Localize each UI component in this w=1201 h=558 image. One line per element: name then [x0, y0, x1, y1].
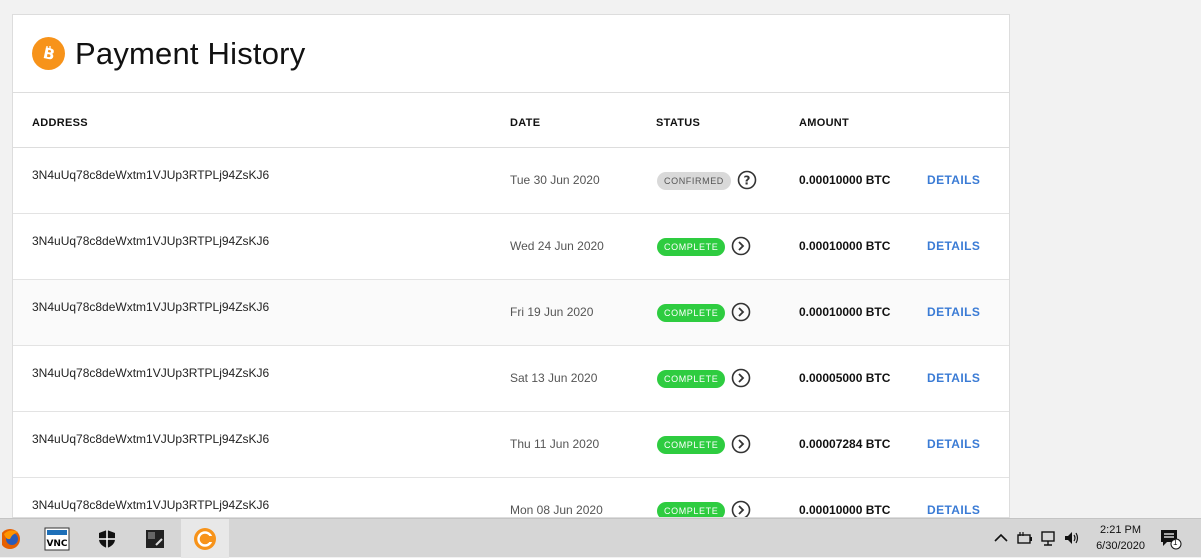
- system-clock[interactable]: 2:21 PM 6/30/2020: [1096, 522, 1145, 554]
- payment-amount: 0.00010000 BTC: [799, 239, 891, 253]
- details-link[interactable]: DETAILS: [927, 239, 980, 253]
- payment-date: Tue 30 Jun 2020: [510, 173, 600, 187]
- coin-app-icon[interactable]: [181, 519, 229, 558]
- notification-count: 1: [1173, 538, 1178, 547]
- status-badge: COMPLETE: [657, 370, 726, 388]
- payment-date: Thu 11 Jun 2020: [510, 437, 600, 451]
- table-row: 3N4uUq78c8deWxtm1VJUp3RTPLj94ZsKJ6 Thu 11…: [13, 412, 1009, 478]
- chevron-right-circle-icon[interactable]: [731, 434, 751, 454]
- status-badge: COMPLETE: [657, 238, 726, 256]
- status-badge: COMPLETE: [657, 502, 726, 517]
- payment-date: Fri 19 Jun 2020: [510, 305, 594, 319]
- payment-table-body: 3N4uUq78c8deWxtm1VJUp3RTPLj94ZsKJ6 Tue 30…: [13, 148, 1009, 517]
- payment-date: Sat 13 Jun 2020: [510, 371, 598, 385]
- table-row: 3N4uUq78c8deWxtm1VJUp3RTPLj94ZsKJ6 Tue 30…: [13, 148, 1009, 214]
- payment-amount: 0.00007284 BTC: [799, 437, 891, 451]
- network-icon[interactable]: [1040, 529, 1058, 547]
- bitcoin-icon: B: [32, 37, 65, 70]
- page-title: Payment History: [75, 35, 306, 71]
- payment-amount: 0.00010000 BTC: [799, 305, 891, 319]
- clock-time: 2:21 PM: [1100, 524, 1142, 536]
- column-header-status: STATUS: [656, 117, 701, 129]
- table-header: ADDRESS DATE STATUS AMOUNT: [13, 93, 1009, 148]
- table-row: 3N4uUq78c8deWxtm1VJUp3RTPLj94ZsKJ6 Wed 24…: [13, 214, 1009, 280]
- svg-text:B: B: [41, 44, 56, 64]
- question-circle-icon[interactable]: ?: [737, 170, 757, 190]
- payment-history-card: B Payment History ADDRESS DATE STATUS AM…: [12, 14, 1010, 518]
- table-row: 3N4uUq78c8deWxtm1VJUp3RTPLj94ZsKJ6 Mon 08…: [13, 478, 1009, 517]
- table-row: 3N4uUq78c8deWxtm1VJUp3RTPLj94ZsKJ6 Sat 13…: [13, 346, 1009, 412]
- payment-address: 3N4uUq78c8deWxtm1VJUp3RTPLj94ZsKJ6: [32, 168, 270, 182]
- chevron-right-circle-icon[interactable]: [731, 302, 751, 322]
- payment-address: 3N4uUq78c8deWxtm1VJUp3RTPLj94ZsKJ6: [32, 234, 270, 248]
- chevron-right-circle-icon[interactable]: [731, 500, 751, 517]
- details-link[interactable]: DETAILS: [927, 503, 980, 517]
- notification-center-icon[interactable]: 1: [1159, 528, 1183, 550]
- terminal-icon[interactable]: [138, 519, 172, 558]
- clock-date: 6/30/2020: [1096, 540, 1145, 552]
- column-header-address: ADDRESS: [32, 117, 88, 129]
- taskbar: VNC 2:21 PM 6/30/2020 1: [0, 518, 1201, 558]
- vnc-viewer-icon[interactable]: VNC: [40, 519, 74, 558]
- details-link[interactable]: DETAILS: [927, 371, 980, 385]
- security-shield-icon[interactable]: [90, 519, 124, 558]
- chevron-right-circle-icon[interactable]: [731, 236, 751, 256]
- table-row: 3N4uUq78c8deWxtm1VJUp3RTPLj94ZsKJ6 Fri 19…: [13, 280, 1009, 346]
- status-badge: COMPLETE: [657, 436, 726, 454]
- payment-amount: 0.00010000 BTC: [799, 173, 891, 187]
- payment-date: Mon 08 Jun 2020: [510, 503, 603, 517]
- svg-text:?: ?: [744, 174, 751, 188]
- payment-date: Wed 24 Jun 2020: [510, 239, 604, 253]
- details-link[interactable]: DETAILS: [927, 437, 980, 451]
- payment-amount: 0.00010000 BTC: [799, 503, 891, 517]
- payment-address: 3N4uUq78c8deWxtm1VJUp3RTPLj94ZsKJ6: [32, 498, 270, 512]
- details-link[interactable]: DETAILS: [927, 173, 980, 187]
- details-link[interactable]: DETAILS: [927, 305, 980, 319]
- card-header: B Payment History: [13, 15, 1009, 93]
- payment-address: 3N4uUq78c8deWxtm1VJUp3RTPLj94ZsKJ6: [32, 432, 270, 446]
- column-header-amount: AMOUNT: [799, 117, 850, 129]
- chevron-right-circle-icon[interactable]: [731, 368, 751, 388]
- volume-icon[interactable]: [1063, 529, 1081, 547]
- column-header-date: DATE: [510, 117, 541, 129]
- chevron-up-icon[interactable]: [992, 529, 1010, 547]
- status-badge: CONFIRMED: [657, 172, 731, 190]
- payment-amount: 0.00005000 BTC: [799, 371, 891, 385]
- svg-text:VNC: VNC: [46, 539, 67, 549]
- payment-address: 3N4uUq78c8deWxtm1VJUp3RTPLj94ZsKJ6: [32, 300, 270, 314]
- payment-address: 3N4uUq78c8deWxtm1VJUp3RTPLj94ZsKJ6: [32, 366, 270, 380]
- status-badge: COMPLETE: [657, 304, 726, 322]
- firefox-icon[interactable]: [0, 519, 26, 558]
- power-icon[interactable]: [1016, 529, 1034, 547]
